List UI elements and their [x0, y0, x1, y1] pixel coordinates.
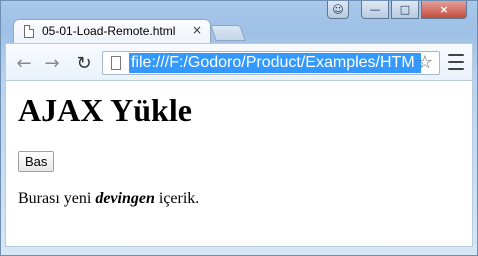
paragraph-emphasis: devingen [95, 190, 155, 208]
forward-arrow-icon: → [44, 52, 60, 74]
maximize-button[interactable]: □ [391, 1, 419, 19]
bas-button[interactable]: Bas [18, 151, 55, 173]
document-icon [24, 25, 34, 38]
tab-active[interactable]: 05-01-Load-Remote.html × [13, 19, 211, 43]
url-text[interactable]: file:///F:/Godoro/Product/Examples/HTM [129, 53, 421, 73]
browser-window: 05-01-Load-Remote.html × ☺ — □ × ← → ↻ f… [0, 0, 478, 256]
minimize-button[interactable]: — [361, 1, 389, 19]
new-tab-button[interactable] [210, 25, 246, 41]
profile-button[interactable]: ☺ [327, 1, 349, 19]
page-heading: AJAX Yükle [18, 92, 192, 128]
page-content: AJAX Yükle Bas Burası yeni devingen içer… [18, 91, 462, 208]
hamburger-menu-icon [448, 54, 464, 56]
profile-icon: ☺ [332, 3, 344, 16]
bookmark-star-button[interactable]: ☆ [415, 53, 435, 73]
tab-close-button[interactable]: × [190, 23, 204, 37]
star-icon: ☆ [416, 52, 434, 73]
forward-button[interactable]: → [40, 51, 64, 75]
paragraph-text-after: içerik. [154, 190, 200, 208]
hamburger-menu-icon [448, 61, 464, 63]
page-viewport: AJAX Yükle Bas Burası yeni devingen içer… [5, 81, 473, 247]
page-icon [111, 56, 121, 70]
address-bar[interactable]: file:///F:/Godoro/Product/Examples/HTM ☆ [102, 51, 440, 75]
chrome-menu-button[interactable] [448, 54, 464, 70]
back-arrow-icon: ← [16, 52, 32, 74]
close-window-button[interactable]: × [421, 1, 467, 19]
reload-button[interactable]: ↻ [72, 51, 96, 75]
tab-title: 05-01-Load-Remote.html [42, 24, 176, 38]
window-controls: ☺ — □ × [327, 1, 467, 21]
reload-icon: ↻ [76, 52, 92, 74]
hamburger-menu-icon [448, 68, 464, 70]
paragraph-text-before: Burası yeni [18, 190, 96, 208]
dynamic-content-paragraph: Burası yeni devingen içerik. [18, 190, 462, 208]
browser-toolbar: ← → ↻ file:///F:/Godoro/Product/Examples… [5, 43, 473, 81]
back-button[interactable]: ← [12, 51, 36, 75]
